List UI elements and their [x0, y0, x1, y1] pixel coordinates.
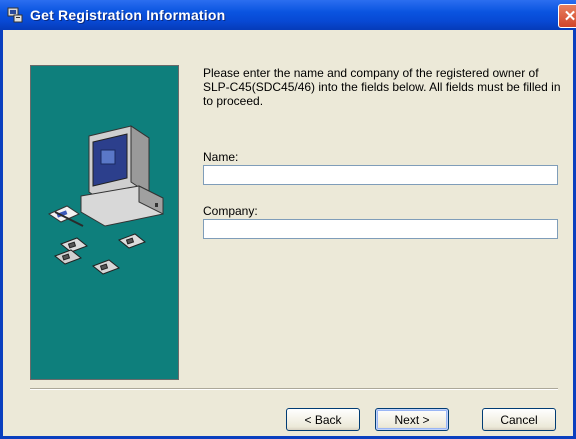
next-button[interactable]: Next >	[375, 408, 449, 431]
close-button[interactable]: ✕	[558, 4, 576, 28]
company-field[interactable]	[203, 219, 558, 239]
name-label: Name:	[203, 150, 239, 164]
wizard-side-panel	[30, 65, 179, 380]
registration-dialog: Get Registration Information ✕ Please en…	[0, 0, 576, 439]
window-title: Get Registration Information	[30, 7, 226, 23]
company-label: Company:	[203, 204, 258, 218]
setup-app-icon	[7, 7, 23, 23]
close-icon: ✕	[563, 8, 576, 25]
name-field[interactable]	[203, 165, 558, 185]
back-button[interactable]: < Back	[286, 408, 360, 431]
computer-disks-illustration	[47, 125, 164, 275]
cancel-button[interactable]: Cancel	[482, 408, 556, 431]
instructions-text: Please enter the name and company of the…	[203, 66, 561, 108]
title-bar[interactable]: Get Registration Information ✕	[0, 0, 576, 30]
button-separator	[30, 388, 558, 390]
